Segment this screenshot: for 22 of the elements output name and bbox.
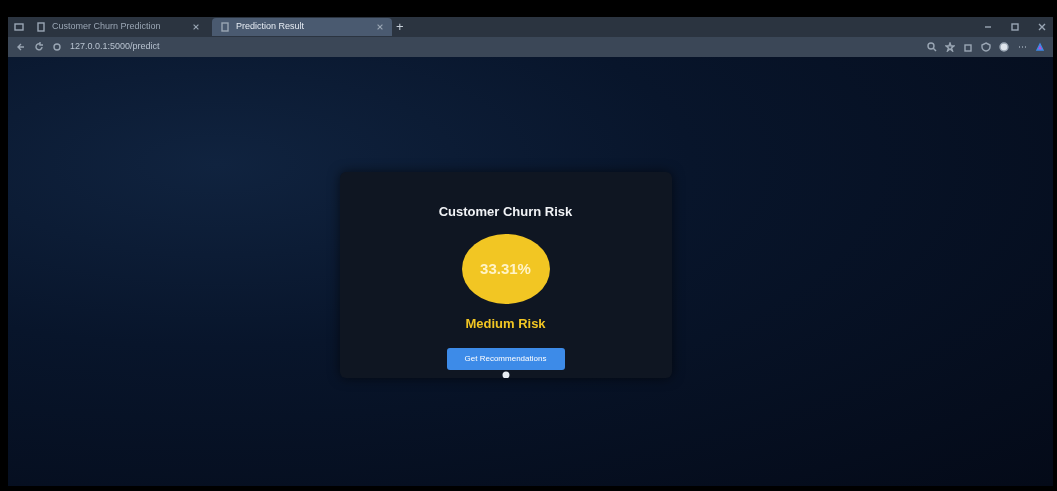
back-icon[interactable] — [16, 42, 26, 52]
risk-label: Medium Risk — [465, 315, 546, 334]
refresh-icon[interactable] — [34, 42, 44, 52]
browser-tab[interactable]: Prediction Result — [212, 18, 392, 36]
recommendations-button[interactable]: Get Recommendations — [446, 347, 565, 370]
risk-gauge: 33.31% — [461, 233, 550, 305]
shield-icon[interactable] — [981, 42, 991, 52]
page-icon — [220, 22, 230, 32]
page-icon — [36, 22, 46, 32]
address-text[interactable]: 127.0.0.1:5000/predict — [70, 40, 160, 54]
close-icon[interactable] — [1037, 22, 1047, 32]
browser-tab[interactable]: Customer Churn Prediction — [28, 18, 208, 36]
maximize-icon[interactable] — [1010, 22, 1021, 32]
star-icon[interactable] — [945, 42, 955, 52]
card-title: Customer Churn Risk — [438, 203, 573, 221]
cursor-icon — [501, 370, 510, 378]
zoom-icon[interactable] — [927, 42, 937, 52]
close-icon[interactable] — [192, 22, 200, 32]
close-icon[interactable] — [376, 22, 384, 32]
tab-actions-icon[interactable] — [14, 22, 24, 32]
profile-icon[interactable] — [999, 42, 1009, 52]
new-tab-button[interactable]: + — [396, 17, 404, 37]
